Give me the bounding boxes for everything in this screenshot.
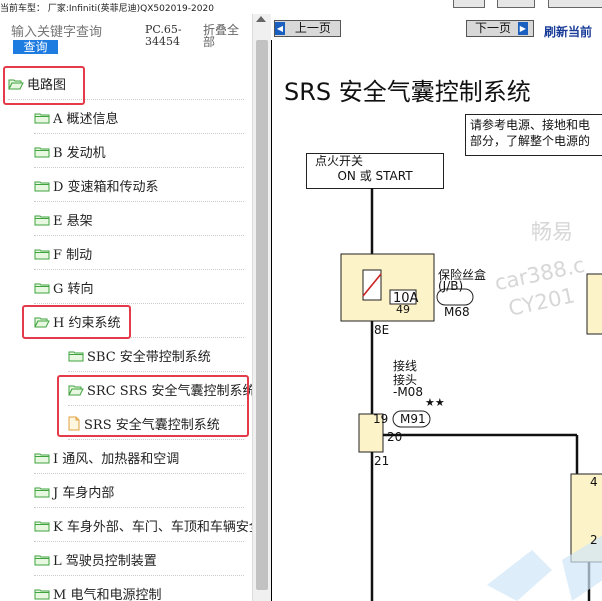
tree-item-label: G 转向 bbox=[53, 282, 94, 297]
circuit-lines bbox=[340, 188, 602, 601]
next-page-label: 下一页 bbox=[475, 21, 512, 35]
search-input[interactable] bbox=[11, 24, 137, 40]
row-divider bbox=[34, 235, 244, 236]
folder-icon bbox=[34, 181, 50, 191]
folder-icon bbox=[34, 113, 50, 123]
tree-item[interactable]: E 悬架 bbox=[34, 203, 244, 236]
tree-item-label: M 电气和电源控制 bbox=[53, 588, 162, 601]
tree-item[interactable]: A 概述信息 bbox=[34, 101, 244, 134]
tree-item[interactable]: J 车身内部 bbox=[34, 475, 244, 508]
tree-item[interactable]: L 驾驶员控制装置 bbox=[34, 543, 244, 576]
pin-20: 20 bbox=[387, 430, 403, 444]
row-divider bbox=[34, 269, 244, 270]
pin-2: 2 bbox=[590, 533, 598, 547]
collapse-all-link[interactable]: 折叠全部 bbox=[203, 24, 247, 48]
folder-icon bbox=[68, 351, 84, 361]
next-page-button[interactable]: 下一页 ▶ bbox=[466, 20, 534, 37]
highlight-box bbox=[57, 375, 249, 437]
tree-item[interactable]: F 制动 bbox=[34, 237, 244, 270]
row-divider bbox=[34, 303, 244, 304]
pin-19: 19 bbox=[373, 412, 389, 426]
refresh-link[interactable]: 刷新当前 bbox=[544, 23, 592, 40]
tree-item[interactable]: D 变速箱和传动系 bbox=[34, 169, 244, 202]
folder-icon bbox=[34, 215, 50, 225]
tree-item-label: D 变速箱和传动系 bbox=[53, 180, 159, 195]
scroll-up-arrow-icon[interactable] bbox=[256, 16, 266, 22]
tree-item-label: F 制动 bbox=[53, 248, 93, 263]
folder-icon bbox=[34, 283, 50, 293]
connector-m91: M91 bbox=[400, 412, 426, 426]
tree-item-label: B 发动机 bbox=[53, 146, 106, 161]
arrow-left-icon: ◀ bbox=[275, 22, 285, 35]
pin-21: 21 bbox=[374, 454, 390, 468]
folder-icon bbox=[34, 521, 50, 531]
tree-item-label: E 悬架 bbox=[53, 214, 93, 229]
tree-item[interactable]: SBC 安全带控制系统 bbox=[68, 339, 244, 372]
tree-item[interactable]: I 通风、加热器和空调 bbox=[34, 441, 244, 474]
tree-item[interactable]: B 发动机 bbox=[34, 135, 244, 168]
scroll-thumb[interactable] bbox=[256, 40, 268, 590]
row-divider bbox=[34, 473, 244, 474]
folder-icon bbox=[34, 589, 50, 599]
arrow-right-icon: ▶ bbox=[517, 22, 528, 35]
title-bar: 当前车型： 厂家:Infiniti(英菲尼迪)QX502019-2020 bbox=[0, 0, 602, 14]
row-divider bbox=[34, 541, 244, 542]
search-area: 查询 PC.65-34454 折叠全部 bbox=[0, 14, 252, 64]
highlight-box bbox=[3, 66, 85, 105]
folder-icon bbox=[34, 147, 50, 157]
fuse-connector: M68 bbox=[444, 305, 470, 319]
joint-label-3: -M08 bbox=[393, 385, 423, 399]
pin-8e: 8E bbox=[374, 323, 390, 337]
prev-page-label: 上一页 bbox=[294, 21, 331, 35]
fuse-box-sub: (J/B) bbox=[438, 279, 464, 293]
watermark: 畅易 bbox=[531, 220, 573, 244]
toolbar-button[interactable] bbox=[453, 0, 485, 8]
pc-code: PC.65-34454 bbox=[145, 23, 182, 48]
toolbar-button[interactable] bbox=[548, 0, 602, 8]
folder-icon bbox=[34, 249, 50, 259]
document-panel: ◀ 上一页 下一页 ▶ 刷新当前 SRS 安全气囊控制系统 请参考电源、接地和电… bbox=[271, 14, 602, 601]
tree-scrollbar[interactable] bbox=[252, 14, 272, 601]
tree-item[interactable]: K 车身外部、车门、车顶和车辆安全 bbox=[34, 509, 252, 542]
row-divider bbox=[34, 201, 244, 202]
tree-item[interactable]: G 转向 bbox=[34, 271, 244, 304]
tree-item-label: A 概述信息 bbox=[53, 112, 119, 127]
folder-icon bbox=[34, 453, 50, 463]
page-navigation: ◀ 上一页 下一页 ▶ 刷新当前 bbox=[271, 14, 602, 40]
tree-item[interactable]: M 电气和电源控制 bbox=[34, 577, 244, 601]
wiring-diagram: SRS 安全气囊控制系统 请参考电源、接地和电 部分，了解整个电源的 点火开关 … bbox=[271, 40, 602, 601]
row-divider bbox=[68, 371, 244, 372]
row-divider bbox=[34, 507, 244, 508]
highlight-box bbox=[22, 305, 131, 339]
tree-item-label: I 通风、加热器和空调 bbox=[53, 452, 180, 467]
tree-item-label: SBC 安全带控制系统 bbox=[87, 350, 211, 365]
folder-icon bbox=[34, 487, 50, 497]
fuse-number: 49 bbox=[396, 303, 410, 316]
row-divider bbox=[34, 167, 244, 168]
folder-icon bbox=[34, 555, 50, 565]
toolbar-button[interactable] bbox=[497, 0, 535, 8]
tree-panel: 查询 PC.65-34454 折叠全部 电路图A 概述信息B 发动机D 变速箱和… bbox=[0, 14, 252, 601]
search-button[interactable]: 查询 bbox=[13, 40, 58, 54]
stars-mark: ★★ bbox=[425, 396, 445, 409]
pin-4: 4 bbox=[590, 475, 598, 489]
tree-item-label: J 车身内部 bbox=[53, 486, 115, 501]
row-divider bbox=[34, 133, 244, 134]
prev-page-button[interactable]: ◀ 上一页 bbox=[274, 20, 341, 37]
row-divider bbox=[34, 575, 244, 576]
tree-item-label: L 驾驶员控制装置 bbox=[53, 554, 157, 569]
row-divider bbox=[68, 439, 244, 440]
tree-item-label: K 车身外部、车门、车顶和车辆安全 bbox=[53, 520, 252, 535]
vehicle-info: 当前车型： 厂家:Infiniti(英菲尼迪)QX502019-2020 bbox=[0, 4, 214, 14]
